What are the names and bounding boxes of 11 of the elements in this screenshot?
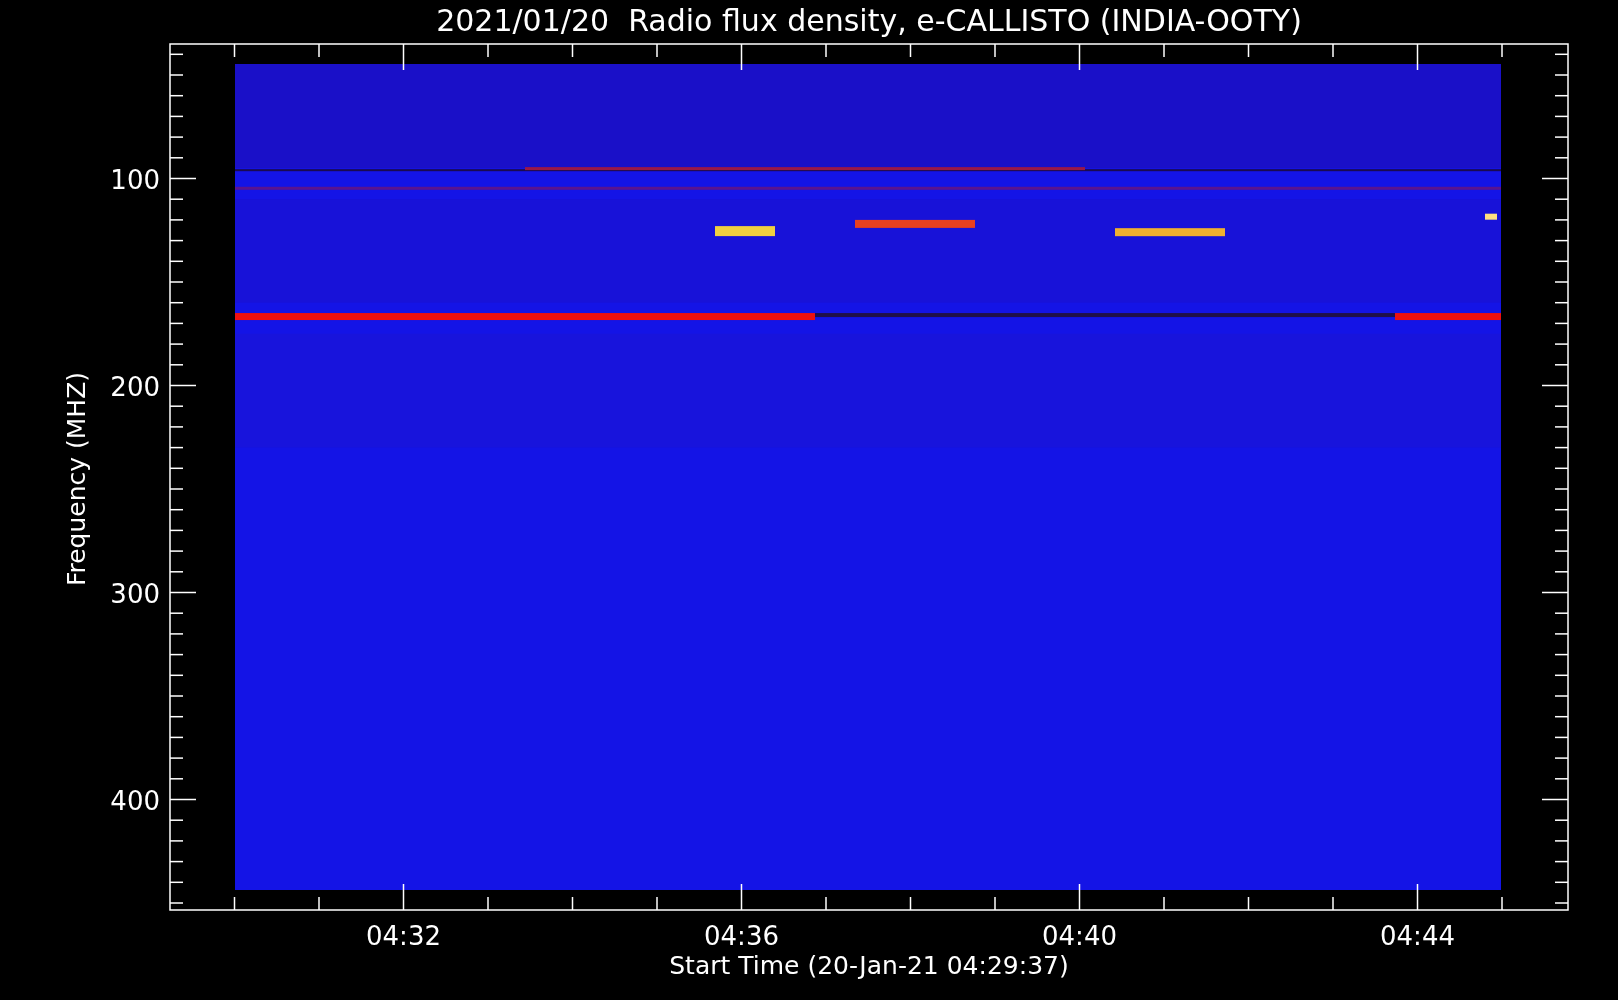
tick-label: 04:32	[366, 921, 441, 951]
tick-label: 300	[110, 578, 160, 609]
tick-label: 04:40	[1042, 921, 1117, 951]
tick-label: 400	[110, 785, 160, 816]
chart-title: 2021/01/20 Radio flux density, e-CALLISTO (INDIA-OOTY)	[436, 3, 1302, 38]
tick-label: 04:36	[704, 921, 779, 951]
tick-label: 04:44	[1380, 921, 1455, 951]
axis-label: Start Time (20-Jan-21 04:29:37)	[669, 951, 1069, 980]
axis-label: Frequency (MHZ)	[62, 371, 91, 587]
tick-label: 100	[110, 164, 160, 195]
tick-label: 200	[110, 371, 160, 402]
